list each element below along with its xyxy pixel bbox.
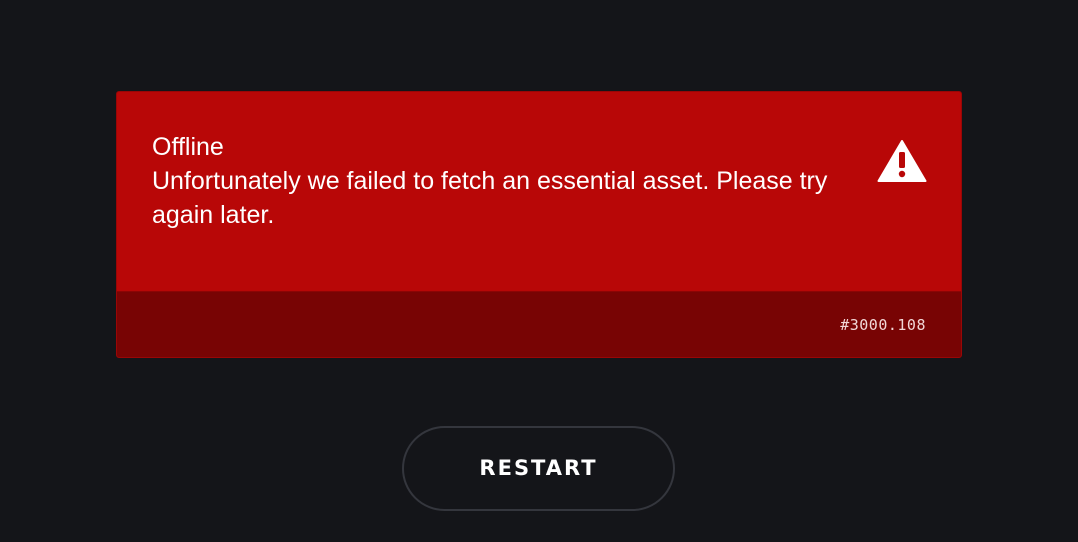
error-card-body: Offline Unfortunately we failed to fetch… [117,92,961,291]
error-card: Offline Unfortunately we failed to fetch… [116,91,962,358]
warning-triangle-icon [877,139,927,183]
error-card-footer: #3000.108 [117,291,961,357]
error-title: Offline [152,133,224,161]
restart-button[interactable]: RESTART [402,426,675,511]
restart-button-label: RESTART [479,456,598,480]
error-code: #3000.108 [840,316,926,334]
error-screen: Offline Unfortunately we failed to fetch… [0,0,1078,542]
error-message: Unfortunately we failed to fetch an esse… [152,167,828,229]
error-text: Offline Unfortunately we failed to fetch… [152,130,862,232]
